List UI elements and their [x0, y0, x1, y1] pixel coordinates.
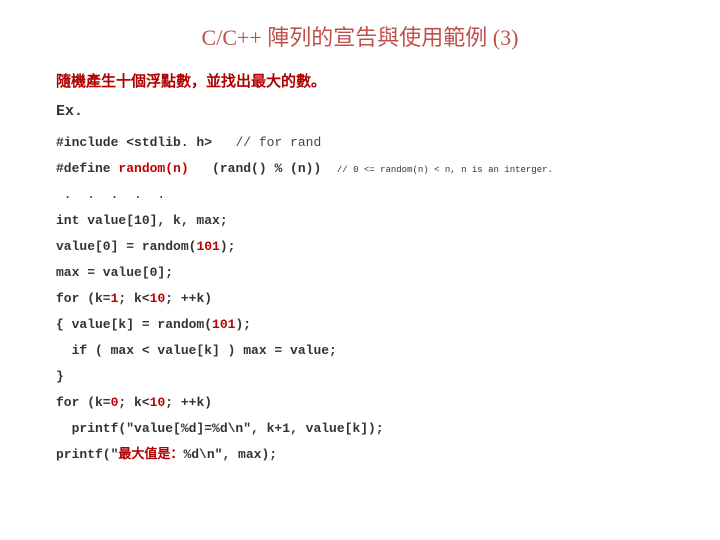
slide-content: C/C++ 陣列的宣告與使用範例 (3) 隨機產生十個浮點數，並找出最大的數。 …	[0, 0, 720, 488]
code-line: if ( max < value[k] ) max = value;	[56, 343, 337, 358]
code-cjk: 最大值是：	[118, 447, 183, 462]
code-line: #include <stdlib. h>	[56, 135, 212, 150]
example-label: Ex.	[56, 103, 664, 120]
code-line: #define	[56, 161, 111, 176]
code-macro: random(n)	[118, 161, 188, 176]
code-number: 101	[212, 317, 235, 332]
code-line: . . . . .	[56, 187, 165, 202]
code-number: 101	[196, 239, 219, 254]
code-line: max = value[0];	[56, 265, 173, 280]
code-line: }	[56, 369, 64, 384]
code-block: #include <stdlib. h> // for rand #define…	[56, 130, 664, 468]
slide-subtitle: 隨機產生十個浮點數，並找出最大的數。	[56, 70, 664, 91]
code-number: 10	[150, 291, 166, 306]
slide-title: C/C++ 陣列的宣告與使用範例 (3)	[56, 20, 664, 52]
code-line: int value[10], k, max;	[56, 213, 228, 228]
code-line: ; k<	[118, 395, 149, 410]
code-line: printf("value[%d]=%d\n", k+1, value[k]);	[56, 421, 384, 436]
code-comment-small: // 0 <= random(n) < n, n is an interger.	[337, 165, 553, 175]
code-line: for (k=	[56, 291, 111, 306]
code-line: value[0] = random(	[56, 239, 196, 254]
code-line: for (k=	[56, 395, 111, 410]
code-line: );	[220, 239, 236, 254]
code-number: 10	[150, 395, 166, 410]
code-line: (rand() % (n))	[212, 161, 321, 176]
code-line: %d\n", max);	[183, 447, 277, 462]
code-line: ; k<	[118, 291, 149, 306]
code-line: ; ++k)	[165, 291, 212, 306]
code-line: printf("	[56, 447, 118, 462]
code-line: );	[235, 317, 251, 332]
code-comment: // for rand	[235, 135, 321, 150]
code-line: ; ++k)	[165, 395, 212, 410]
code-line: { value[k] = random(	[56, 317, 212, 332]
